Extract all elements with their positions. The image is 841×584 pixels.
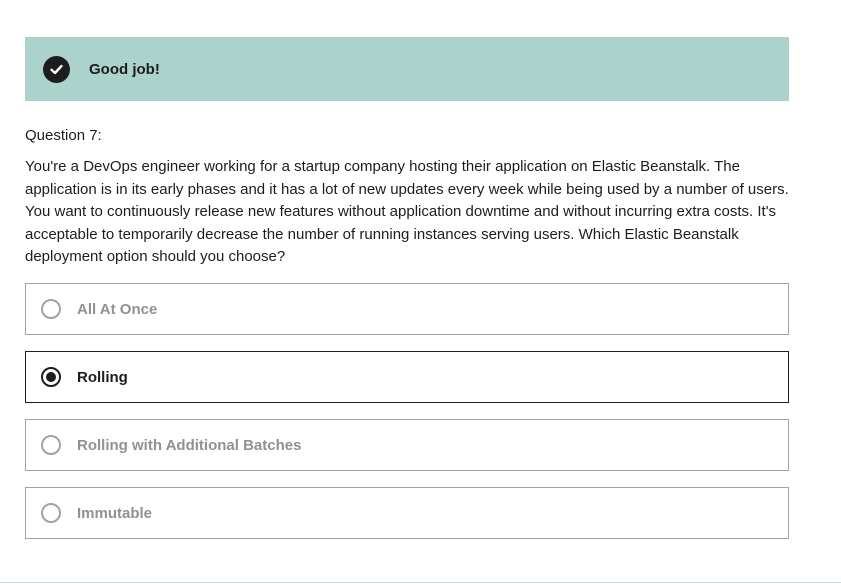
radio-button-checked[interactable]	[41, 367, 61, 387]
answer-option-label: All At Once	[77, 300, 158, 318]
check-circle-icon	[43, 55, 70, 83]
question-number: Question 7:	[25, 127, 102, 144]
result-banner: Good job!	[25, 37, 789, 101]
quiz-page: Good job! Question 7: You're a DevOps en…	[0, 0, 841, 584]
answer-option-immutable[interactable]: Immutable	[25, 487, 789, 539]
radio-button-unchecked[interactable]	[41, 299, 61, 319]
radio-button-unchecked[interactable]	[41, 435, 61, 455]
radio-button-unchecked[interactable]	[41, 503, 61, 523]
divider	[0, 582, 841, 583]
answer-option-label: Immutable	[77, 504, 153, 522]
answer-option-label: Rolling with Additional Batches	[77, 436, 302, 454]
answer-option-all-at-once[interactable]: All At Once	[25, 283, 789, 335]
question-text: You're a DevOps engineer working for a s…	[25, 158, 789, 265]
radio-dot-icon	[46, 372, 56, 382]
answer-option-rolling[interactable]: Rolling	[25, 351, 789, 403]
answer-option-label: Rolling	[77, 368, 128, 386]
answer-option-rolling-additional-batches[interactable]: Rolling with Additional Batches	[25, 419, 789, 471]
result-message: Good job!	[89, 60, 160, 78]
